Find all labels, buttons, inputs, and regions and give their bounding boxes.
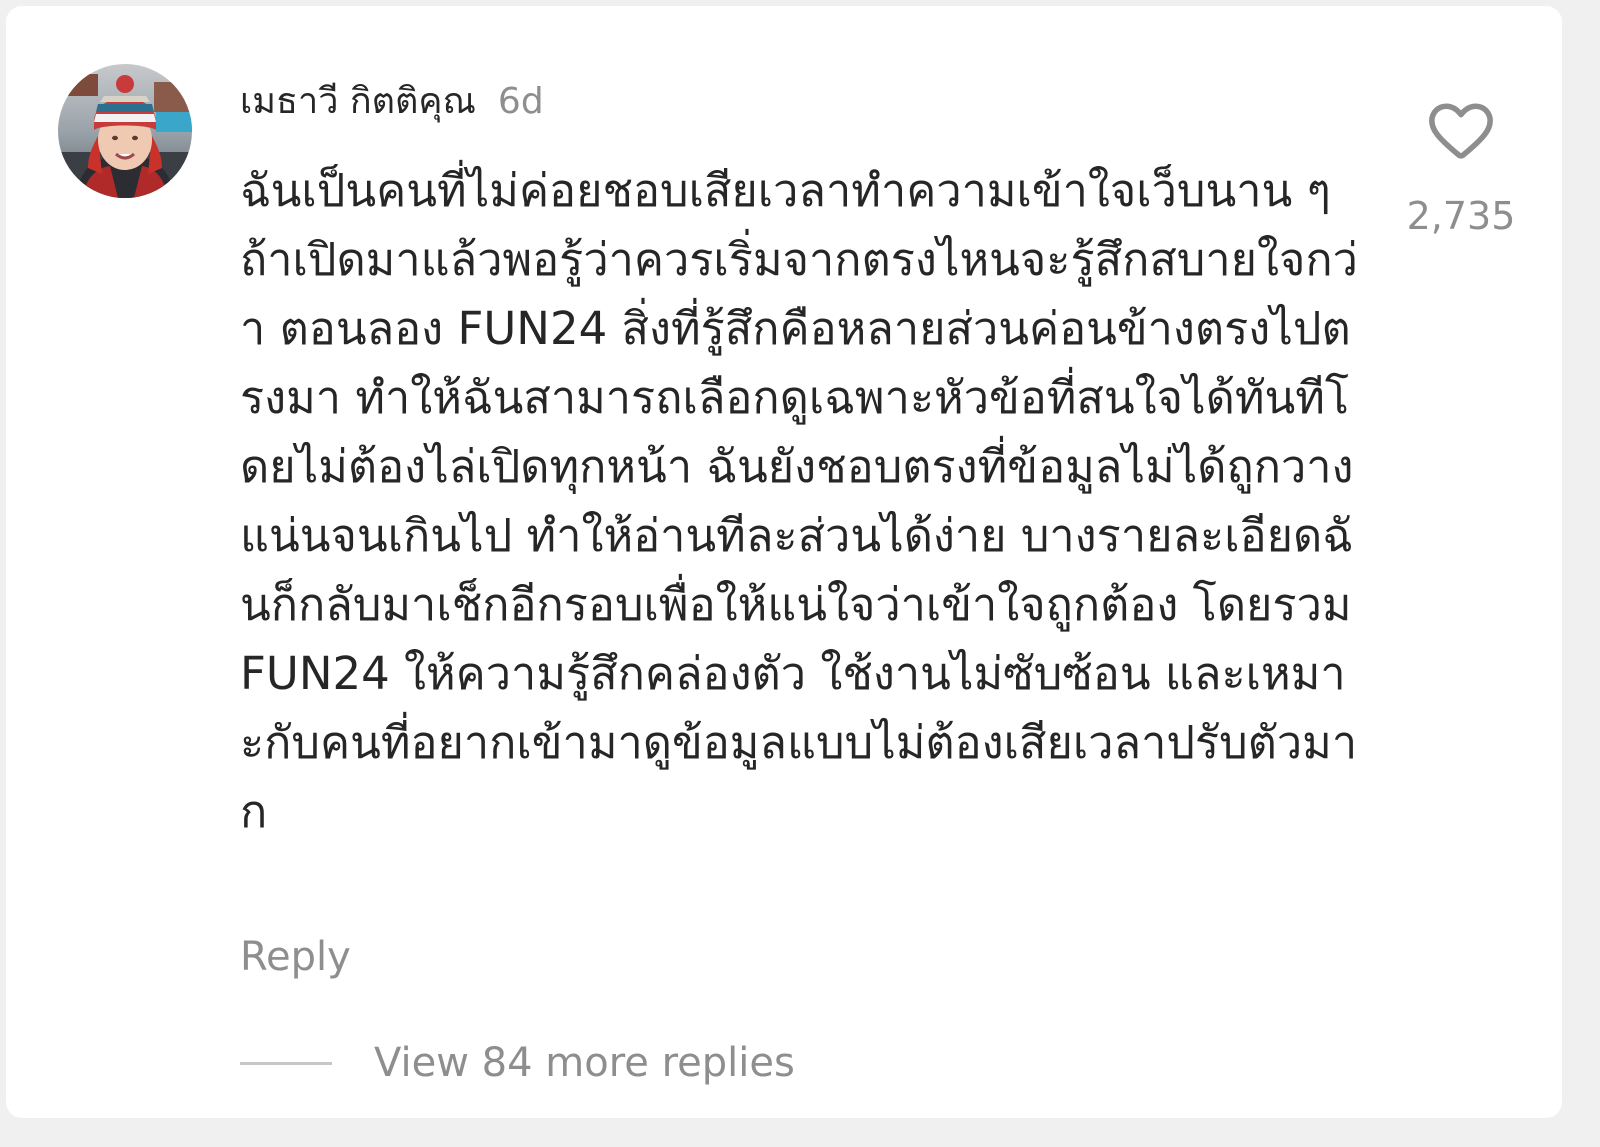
avatar-photo <box>58 64 192 198</box>
like-count: 2,735 <box>1406 194 1516 238</box>
like-button[interactable] <box>1426 96 1496 166</box>
reply-button[interactable]: Reply <box>240 934 351 980</box>
heart-outline-icon <box>1429 103 1493 159</box>
comment-text: ฉันเป็นคนที่ไม่ค่อยชอบเสียเวลาทำความเข้า… <box>240 164 1358 838</box>
timestamp: 6d <box>497 81 544 122</box>
username[interactable]: เมธาวี กิตติคุณ <box>240 72 476 129</box>
replies-divider <box>240 1062 332 1065</box>
avatar[interactable] <box>58 64 192 198</box>
comment-card: เมธาวี กิตติคุณ 6d ฉันเป็นคนที่ไม่ค่อยชอ… <box>6 6 1562 1118</box>
view-replies-button[interactable]: View 84 more replies <box>374 1040 795 1086</box>
comment-header: เมธาวี กิตติคุณ 6d <box>240 72 544 122</box>
